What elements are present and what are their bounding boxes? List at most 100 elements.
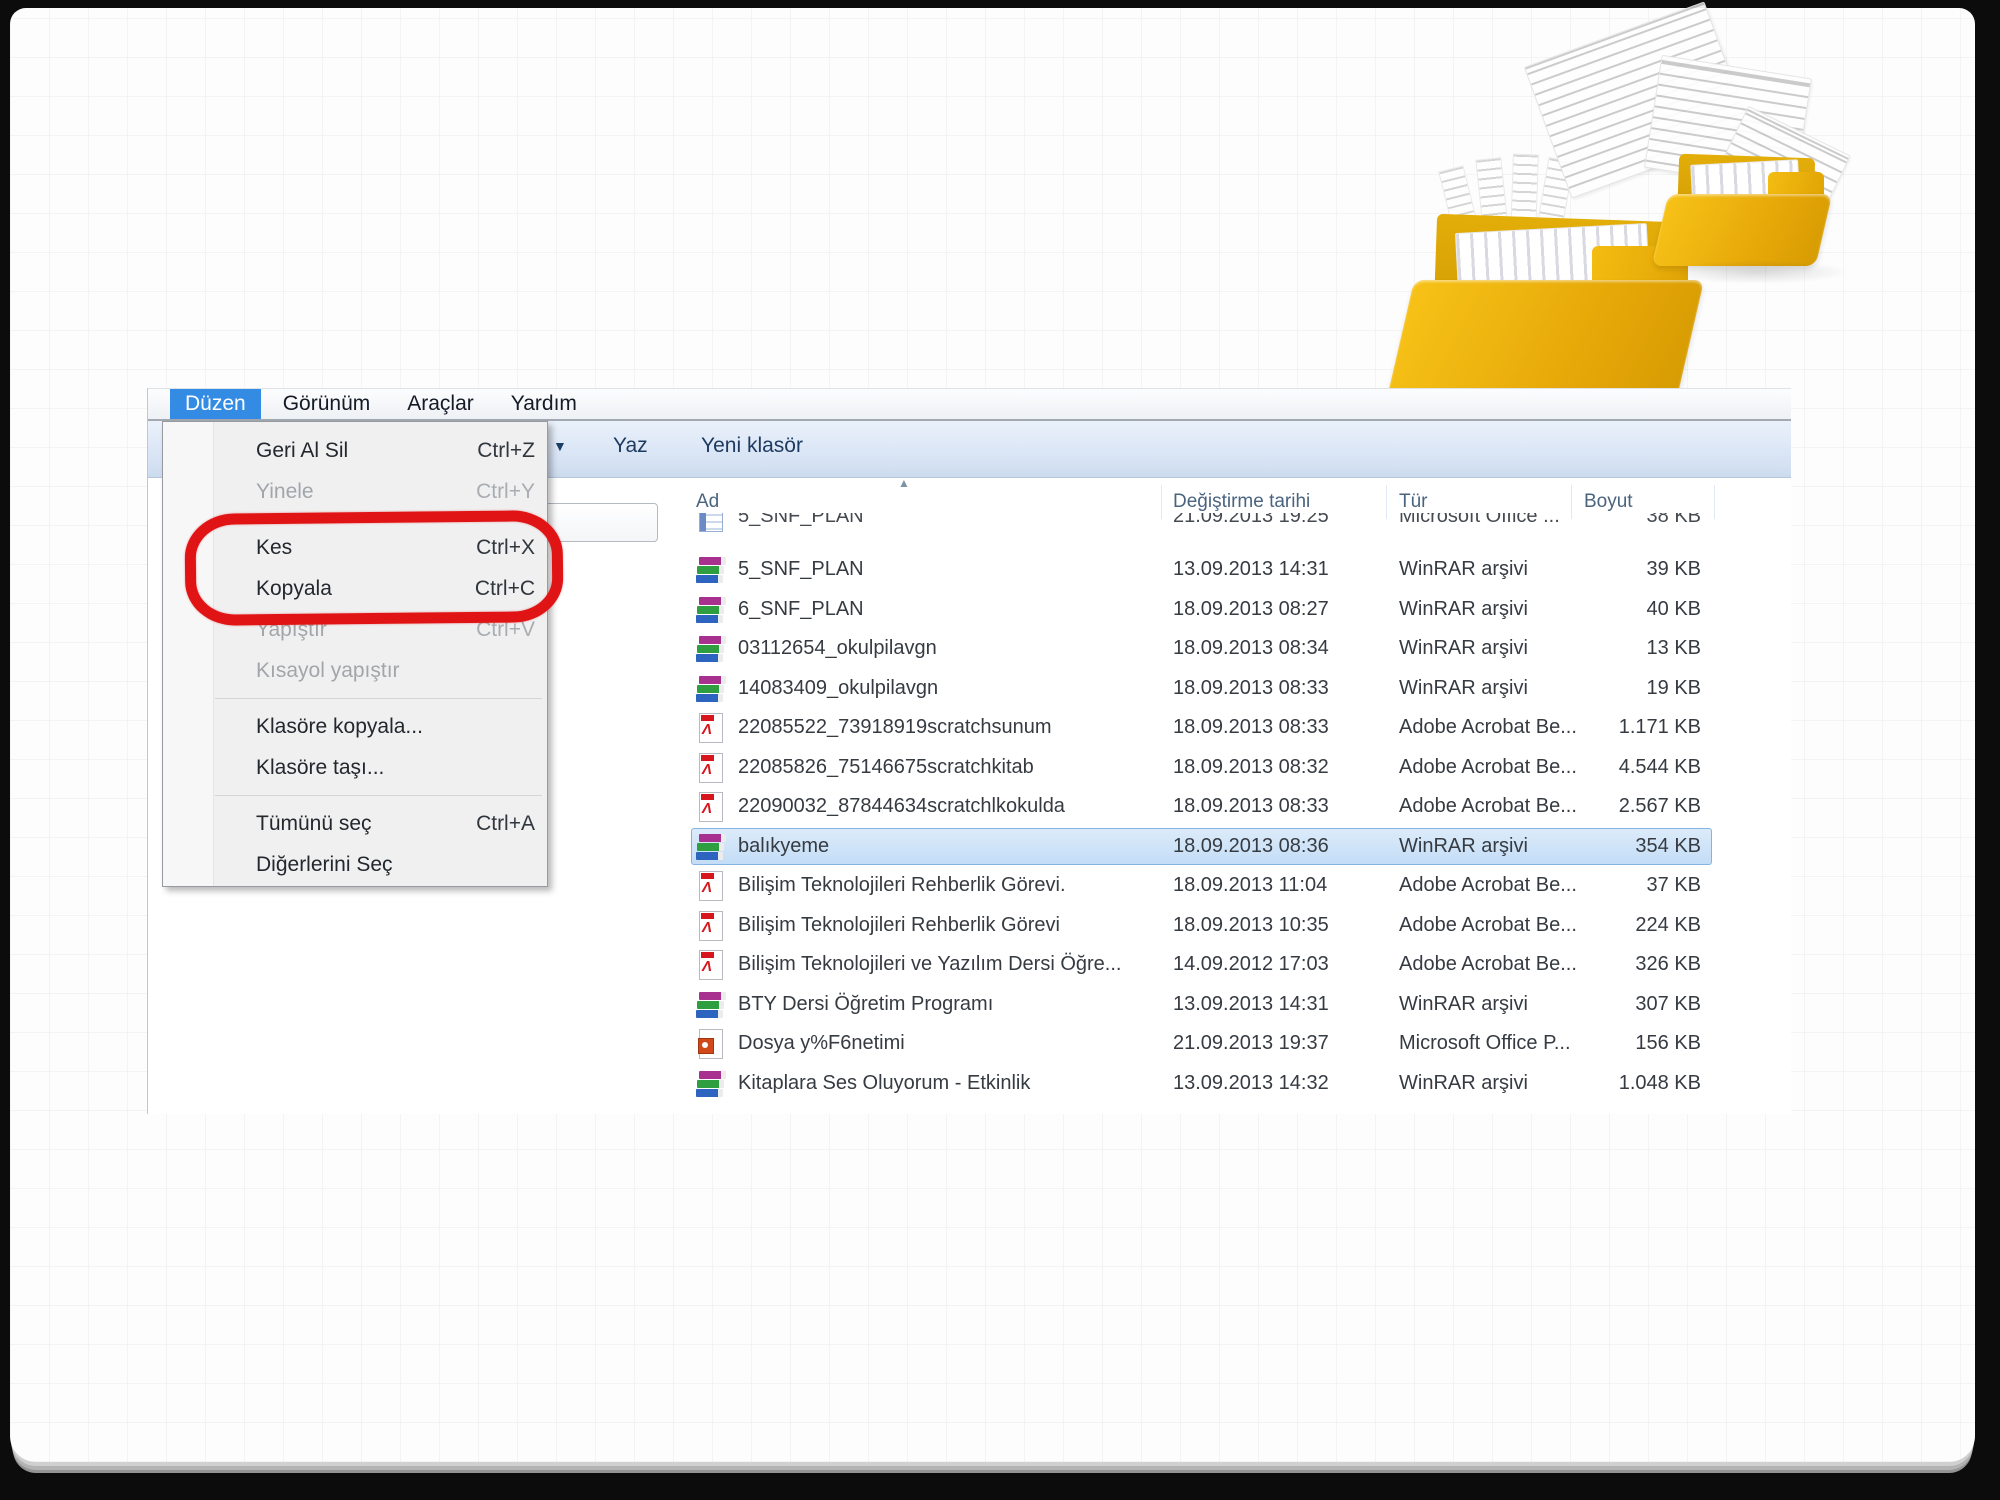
folder-right [1660,156,1830,268]
file-name: 5_SNF_PLAN [738,513,864,528]
file-name: 22085522_73918919scratchsunum [738,716,1052,739]
pdf-icon [696,950,726,980]
winrar-icon [696,634,726,664]
menu-bar: DüzenGörünümAraçlarYardım [148,388,1791,421]
menu-item-label: Kısayol yapıştır [256,659,400,683]
office-doc-icon [696,513,726,532]
edit-menu-popup: Geri Al SilCtrl+ZYineleCtrl+YKesCtrl+XKo… [162,421,548,887]
toolbar-button-new-folder[interactable]: Yeni klasör [701,434,803,458]
toolbar-button-burn[interactable]: Yaz [613,434,648,458]
file-name: Bilişim Teknolojileri ve Yazılım Dersi Ö… [738,953,1121,976]
red-annotation-ellipse [184,510,563,626]
file-size: 2.567 KB [1478,795,1701,818]
file-row-bilişim-teknolojileri-rehberlik-görevi[interactable]: Bilişim Teknolojileri Rehberlik Görevi 18… [148,907,1791,947]
menu-item-shortcut: Ctrl+Z [477,439,535,463]
file-date: 14.09.2012 17:03 [1173,953,1329,976]
nav-pane-fragment: e [147,438,160,462]
menu-separator [163,691,547,706]
file-size: 156 KB [1478,1032,1701,1055]
sort-up-icon: ▲ [898,476,910,490]
menu-item-shortcut: Ctrl+A [476,812,535,836]
menu-item-tümünü-seç[interactable]: Tümünü seç Ctrl+A [163,803,547,844]
menu-item-label: Tümünü seç [256,812,372,836]
file-date: 13.09.2013 14:31 [1173,558,1329,581]
menubar-item-düzen[interactable]: Düzen [170,389,261,419]
file-date: 18.09.2013 08:34 [1173,637,1329,660]
file-date: 18.09.2013 08:27 [1173,598,1329,621]
column-header-değiştirme-tarihi[interactable]: Değiştirme tarihi [1173,491,1310,513]
file-size: 39 KB [1478,558,1701,581]
file-size: 224 KB [1478,914,1701,937]
file-name: Dosya y%F6netimi [738,1032,905,1055]
folder-shadow [1665,260,1850,284]
column-header-tür[interactable]: Tür [1399,491,1428,513]
file-date: 18.09.2013 11:04 [1173,874,1327,897]
chevron-down-icon[interactable]: ▼ [553,438,567,454]
file-row-bty-dersi-öğretim-programı[interactable]: BTY Dersi Öğretim Programı 13.09.2013 14:… [148,986,1791,1026]
file-row-kitaplara-ses-oluyorum-etkinlik[interactable]: Kitaplara Ses Oluyorum - Etkinlik 13.09.2… [148,1065,1791,1105]
slide-background: DüzenGörünümAraçlarYardım ▼ Yaz Yeni kla… [10,8,1975,1462]
folder-transfer-clipart [10,8,1975,438]
file-name: Kitaplara Ses Oluyorum - Etkinlik [738,1072,1030,1095]
menu-item-label: Diğerlerini Seç [256,853,393,877]
file-date: 18.09.2013 08:33 [1173,677,1329,700]
file-date: 21.09.2013 19:25 [1173,513,1329,528]
menu-item-label: Yinele [256,480,314,504]
file-row-dosya-y%f6netimi[interactable]: Dosya y%F6netimi21.09.2013 19:37Microsof… [148,1025,1791,1065]
menu-item-label: Klasöre kopyala... [256,715,423,739]
file-name: BTY Dersi Öğretim Programı [738,993,993,1016]
winrar-icon [696,832,726,862]
file-date: 18.09.2013 08:33 [1173,716,1329,739]
menu-item-klasöre-taşı[interactable]: Klasöre taşı... [163,747,547,788]
menu-item-klasöre-kopyala[interactable]: Klasöre kopyala... [163,706,547,747]
file-name: 6_SNF_PLAN [738,598,864,621]
winrar-icon [696,1069,726,1099]
file-size: 37 KB [1478,874,1701,897]
file-name: balıkyeme [738,835,829,858]
file-name: 03112654_okulpilavgn [738,637,937,660]
file-row-bilişim-teknolojileri-ve-yazılım-dersi-öğre[interactable]: Bilişim Teknolojileri ve Yazılım Dersi Ö… [148,946,1791,986]
pdf-icon [696,753,726,783]
menubar-item-yardım[interactable]: Yardım [496,389,592,419]
pdf-icon [696,792,726,822]
pdf-icon [696,871,726,901]
file-size: 13 KB [1478,637,1701,660]
menubar-item-araçlar[interactable]: Araçlar [392,389,489,419]
winrar-icon [696,674,726,704]
file-size: 19 KB [1478,677,1701,700]
menu-item-label: Klasöre taşı... [256,756,384,780]
menu-item-kısayol-yapıştır[interactable]: Kısayol yapıştır [163,650,547,691]
menu-separator [163,788,547,803]
menu-item-diğerlerini-seç[interactable]: Diğerlerini Seç [163,844,547,885]
file-size: 326 KB [1478,953,1701,976]
file-date: 18.09.2013 10:35 [1173,914,1329,937]
powerpoint-icon [696,1029,726,1059]
menubar-item-görünüm[interactable]: Görünüm [268,389,386,419]
file-date: 13.09.2013 14:31 [1173,993,1329,1016]
winrar-icon [696,555,726,585]
file-date: 18.09.2013 08:33 [1173,795,1329,818]
menu-item-geri-al-sil[interactable]: Geri Al Sil Ctrl+Z [163,430,547,471]
file-name: 22090032_87844634scratchlkokulda [738,795,1065,818]
file-name: 5_SNF_PLAN [738,558,864,581]
menu-item-yinele[interactable]: YineleCtrl+Y [163,471,547,512]
file-size: 40 KB [1478,598,1701,621]
column-header-ad[interactable]: Ad [696,491,719,513]
file-size: 38 KB [1478,513,1701,528]
file-date: 21.09.2013 19:37 [1173,1032,1329,1055]
folder-left [1400,218,1700,403]
file-date: 18.09.2013 08:36 [1173,835,1329,858]
file-name: 22085826_75146675scratchkitab [738,756,1034,779]
file-name: Bilişim Teknolojileri Rehberlik Görevi [738,914,1060,937]
column-header-boyut[interactable]: Boyut [1584,491,1633,513]
file-size: 307 KB [1478,993,1701,1016]
file-date: 13.09.2013 14:32 [1173,1072,1329,1095]
winrar-icon [696,595,726,625]
pdf-icon [696,713,726,743]
file-name: 14083409_okulpilavgn [738,677,938,700]
file-size: 1.171 KB [1478,716,1701,739]
file-size: 354 KB [1478,835,1701,858]
menu-item-label: Geri Al Sil [256,439,348,463]
file-name: Bilişim Teknolojileri Rehberlik Görevi. [738,874,1066,897]
winrar-icon [696,990,726,1020]
